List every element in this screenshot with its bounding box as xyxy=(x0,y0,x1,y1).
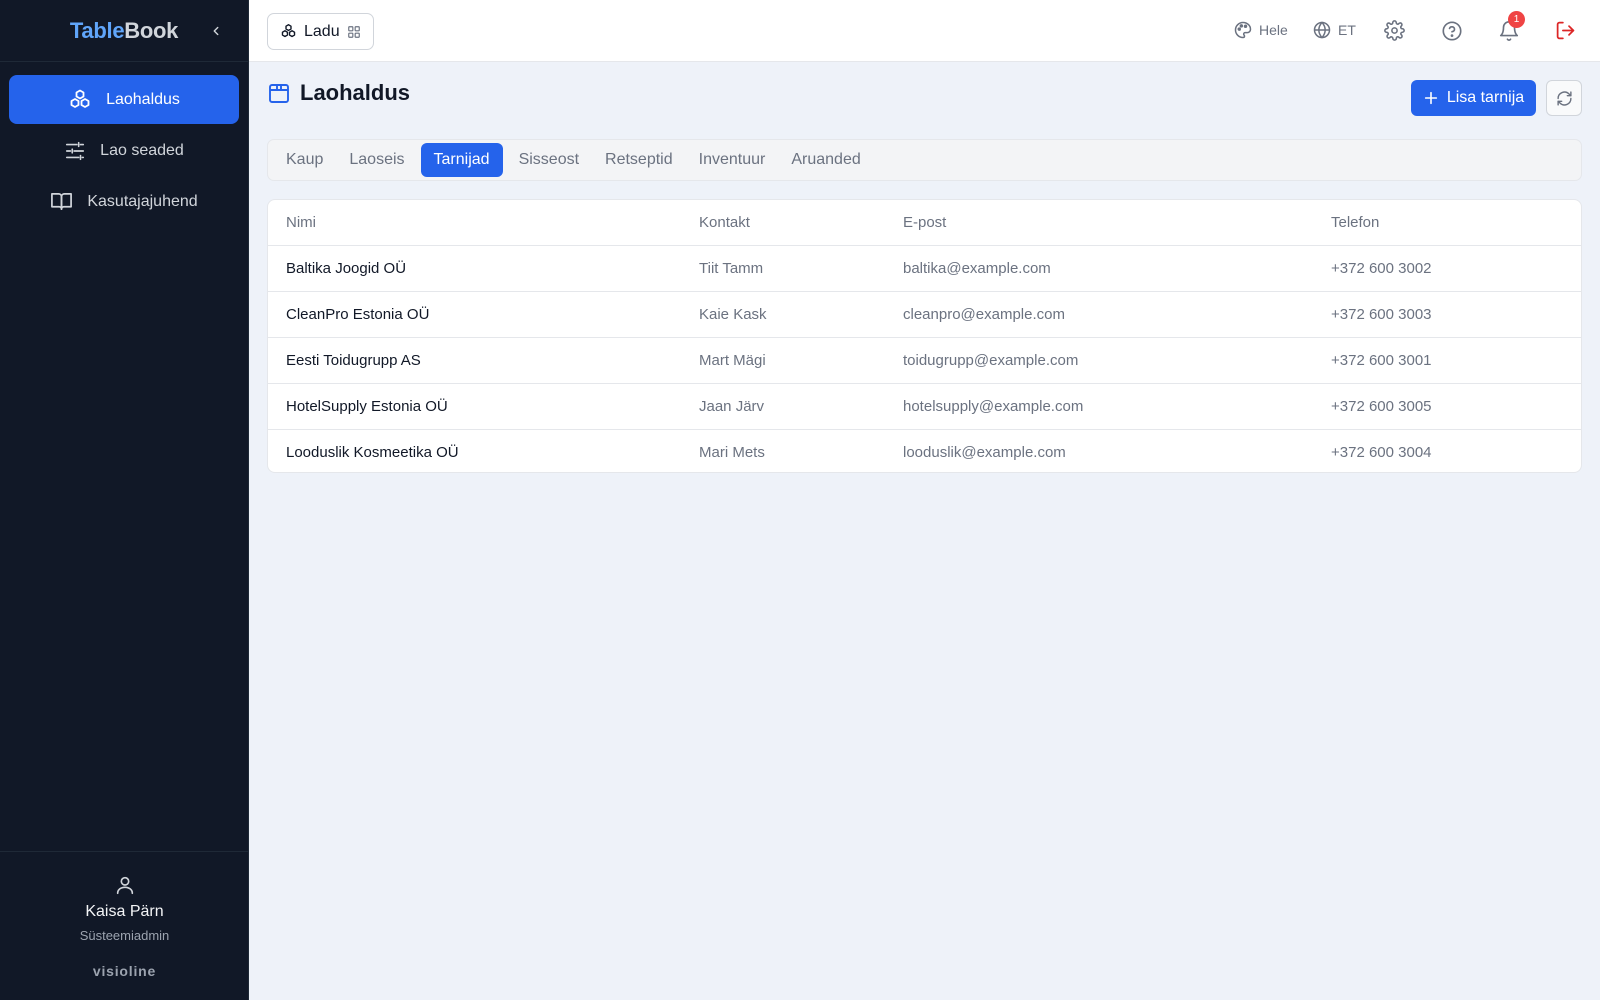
theme-label: Hele xyxy=(1259,22,1288,38)
module-switcher-button[interactable]: Ladu xyxy=(267,13,374,50)
user-role: Süsteemiadmin xyxy=(79,928,170,943)
page-title: Laohaldus xyxy=(300,80,411,105)
add-supplier-label: Lisa tarnija xyxy=(1446,89,1525,106)
topbar: Ladu Hele ET 1 xyxy=(249,0,1600,62)
sidebar-footer: Kaisa Pärn Süsteemiadmin visioline xyxy=(0,851,249,1000)
sidebar-item-lao-seaded[interactable]: Lao seaded xyxy=(9,126,239,175)
table-row[interactable]: Baltika Joogid OÜ Tiit Tamm baltika@exam… xyxy=(268,245,1581,292)
suppliers-table: Nimi Kontakt E-post Telefon Baltika Joog… xyxy=(268,200,1581,472)
notification-badge: 1 xyxy=(1508,11,1525,28)
column-header-contact[interactable]: Kontakt xyxy=(681,200,885,246)
sidebar-item-label: Lao seaded xyxy=(100,141,184,159)
tab-kaup[interactable]: Kaup xyxy=(276,143,333,177)
column-header-phone[interactable]: Telefon xyxy=(1313,200,1581,246)
refresh-icon xyxy=(1556,90,1572,106)
cell-phone: +372 600 3005 xyxy=(1313,383,1581,430)
logo-part-1: Table xyxy=(69,17,125,43)
user-name: Kaisa Pärn xyxy=(85,903,164,920)
tab-tarnijad[interactable]: Tarnijad xyxy=(420,143,503,177)
logo-part-2: Book xyxy=(124,17,179,43)
chevron-left-icon xyxy=(213,26,219,36)
table-row[interactable]: Looduslik Kosmeetika OÜ Mari Mets loodus… xyxy=(268,429,1581,472)
cell-name: HotelSupply Estonia OÜ xyxy=(268,383,681,430)
user-menu[interactable] xyxy=(0,874,249,896)
settings-button[interactable] xyxy=(1384,20,1405,41)
logout-button[interactable] xyxy=(1555,20,1576,41)
cell-contact: Mart Mägi xyxy=(681,337,885,384)
globe-icon xyxy=(1313,21,1331,39)
tab-laoseis[interactable]: Laoseis xyxy=(339,143,414,177)
collapse-sidebar-button[interactable] xyxy=(206,21,226,41)
sidebar-item-kasutajajuhend[interactable]: Kasutajajuhend xyxy=(9,177,239,226)
sidebar-item-label: Laohaldus xyxy=(106,90,180,108)
plus-icon xyxy=(1424,91,1437,105)
cell-email: cleanpro@example.com xyxy=(885,291,1313,338)
sliders-icon xyxy=(66,141,85,160)
brand-label: visioline xyxy=(92,963,157,979)
app-logo: TableBook xyxy=(70,18,178,44)
boxes-icon xyxy=(281,24,296,38)
gear-icon xyxy=(1384,20,1405,41)
refresh-button[interactable] xyxy=(1546,80,1582,116)
cell-email: looduslik@example.com xyxy=(903,443,1066,461)
cell-contact: Mari Mets xyxy=(699,443,765,461)
language-label: ET xyxy=(1338,22,1356,38)
help-button[interactable] xyxy=(1441,20,1463,42)
palette-icon xyxy=(1234,21,1252,39)
tab-retseptid[interactable]: Retseptid xyxy=(595,143,683,177)
column-header-name[interactable]: Nimi xyxy=(268,200,681,246)
page-header: Laohaldus xyxy=(267,80,410,106)
user-icon xyxy=(116,876,133,895)
cell-contact: Kaie Kask xyxy=(681,291,885,338)
cell-contact: Jaan Järv xyxy=(681,383,885,430)
tab-sisseost[interactable]: Sisseost xyxy=(509,143,589,177)
tab-inventuur[interactable]: Inventuur xyxy=(689,143,776,177)
sidebar-header: TableBook xyxy=(0,0,248,62)
add-supplier-button[interactable]: Lisa tarnija xyxy=(1411,80,1536,116)
sidebar-item-label: Kasutajajuhend xyxy=(87,192,198,210)
cell-email: hotelsupply@example.com xyxy=(885,383,1313,430)
logout-icon xyxy=(1556,21,1575,40)
sidebar-item-laohaldus[interactable]: Laohaldus xyxy=(9,75,239,124)
cell-phone: +372 600 3001 xyxy=(1313,337,1581,384)
sidebar: TableBook Laohaldus Lao seaded Kasutajaj… xyxy=(0,0,249,1000)
cell-contact: Tiit Tamm xyxy=(681,245,885,292)
cell-email: toidugrupp@example.com xyxy=(885,337,1313,384)
table-row[interactable]: Eesti Toidugrupp AS Mart Mägi toidugrupp… xyxy=(268,337,1581,384)
boxes-icon xyxy=(70,89,90,108)
cell-name: Baltika Joogid OÜ xyxy=(268,245,681,292)
suppliers-table-card: Nimi Kontakt E-post Telefon Baltika Joog… xyxy=(267,199,1582,473)
notifications-button[interactable]: 1 xyxy=(1498,11,1525,42)
cell-name: CleanPro Estonia OÜ xyxy=(268,291,681,338)
cell-phone: +372 600 3003 xyxy=(1313,291,1581,338)
tab-bar: Kaup Laoseis Tarnijad Sisseost Retseptid… xyxy=(267,139,1582,181)
language-selector[interactable]: ET xyxy=(1312,20,1356,40)
help-circle-icon xyxy=(1442,21,1462,41)
cell-phone: +372 600 3004 xyxy=(1331,443,1432,461)
cell-name: Eesti Toidugrupp AS xyxy=(268,337,681,384)
table-header-row: Nimi Kontakt E-post Telefon xyxy=(268,200,1581,246)
column-header-email[interactable]: E-post xyxy=(885,200,1313,246)
cell-phone: +372 600 3002 xyxy=(1313,245,1581,292)
grid-icon xyxy=(347,25,360,38)
theme-toggle[interactable]: Hele xyxy=(1233,20,1288,40)
package-icon xyxy=(269,84,289,103)
module-label: Ladu xyxy=(304,22,340,40)
table-row[interactable]: HotelSupply Estonia OÜ Jaan Järv hotelsu… xyxy=(268,383,1581,430)
main-content: Laohaldus Lisa tarnija Kaup Laoseis Tarn… xyxy=(249,62,1600,1000)
tab-aruanded[interactable]: Aruanded xyxy=(781,143,870,177)
table-row[interactable]: CleanPro Estonia OÜ Kaie Kask cleanpro@e… xyxy=(268,291,1581,338)
sidebar-nav: Laohaldus Lao seaded Kasutajajuhend xyxy=(0,62,248,241)
cell-email: baltika@example.com xyxy=(885,245,1313,292)
cell-name: Looduslik Kosmeetika OÜ xyxy=(286,443,459,461)
book-icon xyxy=(51,192,73,211)
